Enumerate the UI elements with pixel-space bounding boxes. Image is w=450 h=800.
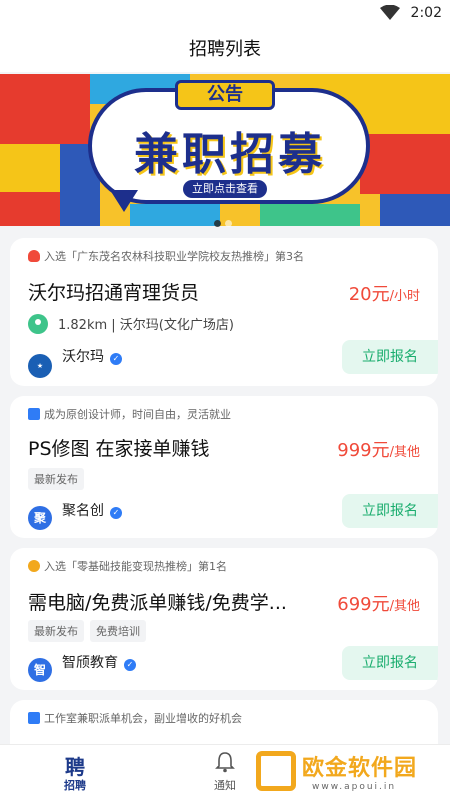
job-location: 1.82km | 沃尔玛(文化广场店)	[28, 314, 234, 334]
banner-block	[0, 192, 60, 226]
location-pin-icon	[28, 314, 48, 334]
badge-icon	[28, 712, 40, 724]
carousel-dot	[225, 220, 232, 227]
carousel-indicator	[212, 212, 234, 231]
banner-block	[260, 204, 360, 226]
banner-block	[360, 134, 450, 194]
banner-block	[0, 74, 90, 144]
salary-amount: 999元	[337, 440, 390, 461]
job-card[interactable]: 成为原创设计师，时间自由，灵活就业 PS修图 在家接单赚钱 999元/其他 最新…	[10, 396, 438, 538]
job-title: 需电脑/免费派单赚钱/免费学...	[28, 592, 287, 614]
job-card[interactable]: 入选「广东茂名农林科技职业学院校友热推榜」第3名 沃尔玛招通宵理货员 20元/小…	[10, 238, 438, 386]
verified-icon: ✓	[124, 659, 136, 671]
banner-block	[130, 204, 220, 226]
job-tagline-text: 工作室兼职派单机会，副业增收的好机会	[44, 712, 242, 725]
job-chips: 最新发布 免费培训	[28, 620, 152, 642]
wifi-icon	[380, 5, 400, 20]
banner-bubble-tail	[110, 190, 138, 212]
status-bar: 2:02	[0, 0, 450, 28]
company-name: 聚名创	[62, 503, 104, 519]
job-salary: 999元/其他	[337, 436, 420, 462]
watermark-text: 欧金软件园	[302, 756, 418, 781]
salary-amount: 20元	[348, 284, 390, 305]
verified-icon: ✓	[110, 507, 122, 519]
job-chip: 最新发布	[28, 620, 84, 642]
company-info: 聚聚名创 ✓	[28, 500, 122, 530]
job-chip: 最新发布	[28, 468, 84, 490]
salary-unit: /小时	[389, 289, 420, 304]
company-name: 智颀教育	[62, 655, 118, 671]
fire-icon	[28, 250, 40, 262]
salary-unit: /其他	[389, 445, 420, 460]
badge-icon	[28, 408, 40, 420]
company-logo: 聚	[28, 506, 52, 530]
job-tagline: 工作室兼职派单机会，副业增收的好机会	[28, 710, 242, 726]
company-logo: 智	[28, 658, 52, 682]
company-name: 沃尔玛	[62, 349, 104, 365]
status-time: 2:02	[410, 5, 442, 21]
watermark-logo-icon	[256, 751, 296, 791]
recruit-icon: 聘	[65, 755, 85, 779]
job-tagline: 入选「广东茂名农林科技职业学院校友热推榜」第3名	[28, 248, 304, 264]
job-distance: 1.82km	[58, 318, 108, 333]
job-title: PS修图 在家接单赚钱	[28, 438, 210, 460]
salary-unit: /其他	[389, 599, 420, 614]
banner-headline: 兼职招募	[134, 129, 326, 180]
job-salary: 20元/小时	[349, 280, 420, 306]
site-watermark: 欧金软件园 www.apoui.in	[252, 748, 448, 798]
company-info: 智智颀教育 ✓	[28, 652, 136, 682]
job-salary: 699元/其他	[337, 590, 420, 616]
job-title: 沃尔玛招通宵理货员	[28, 282, 200, 304]
job-tagline: 入选「零基础技能变现热推榜」第1名	[28, 558, 227, 574]
apply-button[interactable]: 立即报名	[342, 646, 438, 680]
banner-notice-tag: 公告	[175, 80, 275, 110]
banner-cta-button[interactable]: 立即点击查看	[183, 180, 267, 198]
job-tagline-text: 入选「广东茂名农林科技职业学院校友热推榜」第3名	[44, 250, 304, 263]
page-title: 招聘列表	[0, 28, 450, 72]
job-tagline: 成为原创设计师，时间自由，灵活就业	[28, 406, 231, 422]
salary-amount: 699元	[337, 594, 390, 615]
banner-block	[380, 194, 450, 226]
job-tagline-text: 入选「零基础技能变现热推榜」第1名	[44, 560, 227, 573]
verified-icon: ✓	[110, 353, 122, 365]
job-chips: 最新发布	[28, 468, 90, 490]
apply-button[interactable]: 立即报名	[342, 494, 438, 528]
carousel-dot	[214, 220, 221, 227]
apply-button[interactable]: 立即报名	[342, 340, 438, 374]
watermark-url: www.apoui.in	[312, 782, 397, 792]
tab-recruit[interactable]: 聘 招聘	[35, 751, 115, 793]
job-address: 沃尔玛(文化广场店)	[119, 318, 234, 333]
job-chip: 免费培训	[90, 620, 146, 642]
medal-icon	[28, 560, 40, 572]
job-tagline-text: 成为原创设计师，时间自由，灵活就业	[44, 408, 231, 421]
company-logo: ★	[28, 354, 52, 378]
company-info: ★ 沃尔玛 ✓	[28, 346, 122, 378]
job-card[interactable]: 入选「零基础技能变现热推榜」第1名 需电脑/免费派单赚钱/免费学... 699元…	[10, 548, 438, 690]
tab-label: 招聘	[64, 779, 86, 792]
